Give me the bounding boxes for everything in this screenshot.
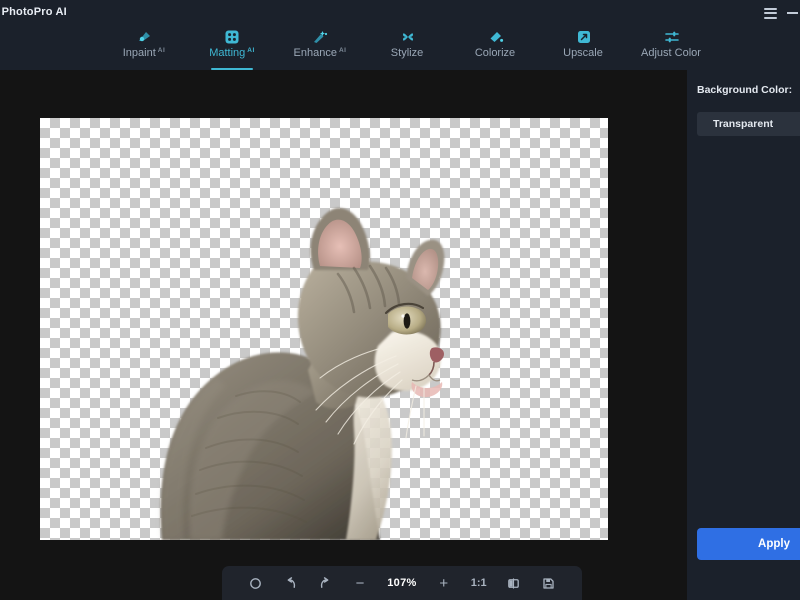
tab-label: Enhance [294, 47, 337, 59]
tab-label: Adjust Color [641, 47, 701, 59]
tab-label: Upscale [563, 47, 603, 59]
tab-upscale[interactable]: Upscale [540, 26, 628, 70]
matting-grid-icon [224, 28, 240, 45]
app-title: s PhotoPro AI [0, 6, 67, 18]
fit-actual-size-button[interactable]: 1:1 [468, 572, 490, 594]
tab-ai-badge: AI [158, 47, 166, 54]
hamburger-menu-icon[interactable] [764, 8, 777, 19]
reset-circle-icon[interactable] [244, 572, 266, 594]
zoom-level-value[interactable]: 107% [384, 572, 420, 594]
background-color-label: Background Color: [697, 84, 792, 96]
canvas-bottom-toolbar: − 107% + 1:1 [222, 566, 582, 600]
image-canvas[interactable] [40, 118, 608, 540]
save-floppy-icon[interactable] [537, 572, 559, 594]
cat-cutout-image [40, 118, 608, 540]
tab-matting[interactable]: Matting AI [188, 26, 276, 70]
tab-ai-badge: AI [339, 47, 347, 54]
tab-label: Inpaint [123, 47, 156, 59]
zoom-out-button[interactable]: − [349, 572, 371, 594]
tab-ai-badge: AI [247, 47, 255, 54]
adjust-sliders-icon [664, 28, 680, 45]
minimize-icon[interactable] [787, 12, 798, 14]
tab-adjust-color[interactable]: Adjust Color [628, 26, 716, 70]
apply-button[interactable]: Apply [697, 528, 800, 560]
background-option-label: Transparent [713, 118, 773, 130]
colorize-drop-icon [488, 28, 504, 45]
tab-stylize[interactable]: Stylize [364, 26, 452, 70]
apply-button-label: Apply [758, 538, 790, 550]
zoom-in-button[interactable]: + [433, 572, 455, 594]
tab-label: Colorize [475, 47, 515, 59]
inpaint-brush-icon [136, 28, 152, 45]
split-compare-icon[interactable] [503, 572, 525, 594]
zoom-in-label: + [439, 576, 448, 591]
zoom-out-label: − [356, 576, 365, 591]
tab-inpaint[interactable]: Inpaint AI [100, 26, 188, 70]
canvas-workspace[interactable] [0, 70, 687, 600]
properties-panel: Background Color: Transparent Apply [687, 70, 800, 600]
window-controls [764, 0, 800, 26]
photo-editor-app: s PhotoPro AI Inpaint AI [0, 0, 800, 600]
upscale-expand-icon [576, 28, 592, 45]
tab-enhance[interactable]: Enhance AI [276, 26, 364, 70]
background-color-transparent-option[interactable]: Transparent [697, 112, 800, 136]
enhance-wand-icon [312, 28, 328, 45]
stylize-petals-icon [400, 28, 416, 45]
tab-label: Stylize [391, 47, 423, 59]
tab-colorize[interactable]: Colorize [452, 26, 540, 70]
title-bar: s PhotoPro AI [0, 0, 800, 26]
tab-label: Matting [209, 47, 245, 59]
redo-arrow-icon[interactable] [314, 572, 336, 594]
tool-tabs: Inpaint AI Matting AI [0, 26, 800, 70]
undo-arrow-icon[interactable] [279, 572, 301, 594]
